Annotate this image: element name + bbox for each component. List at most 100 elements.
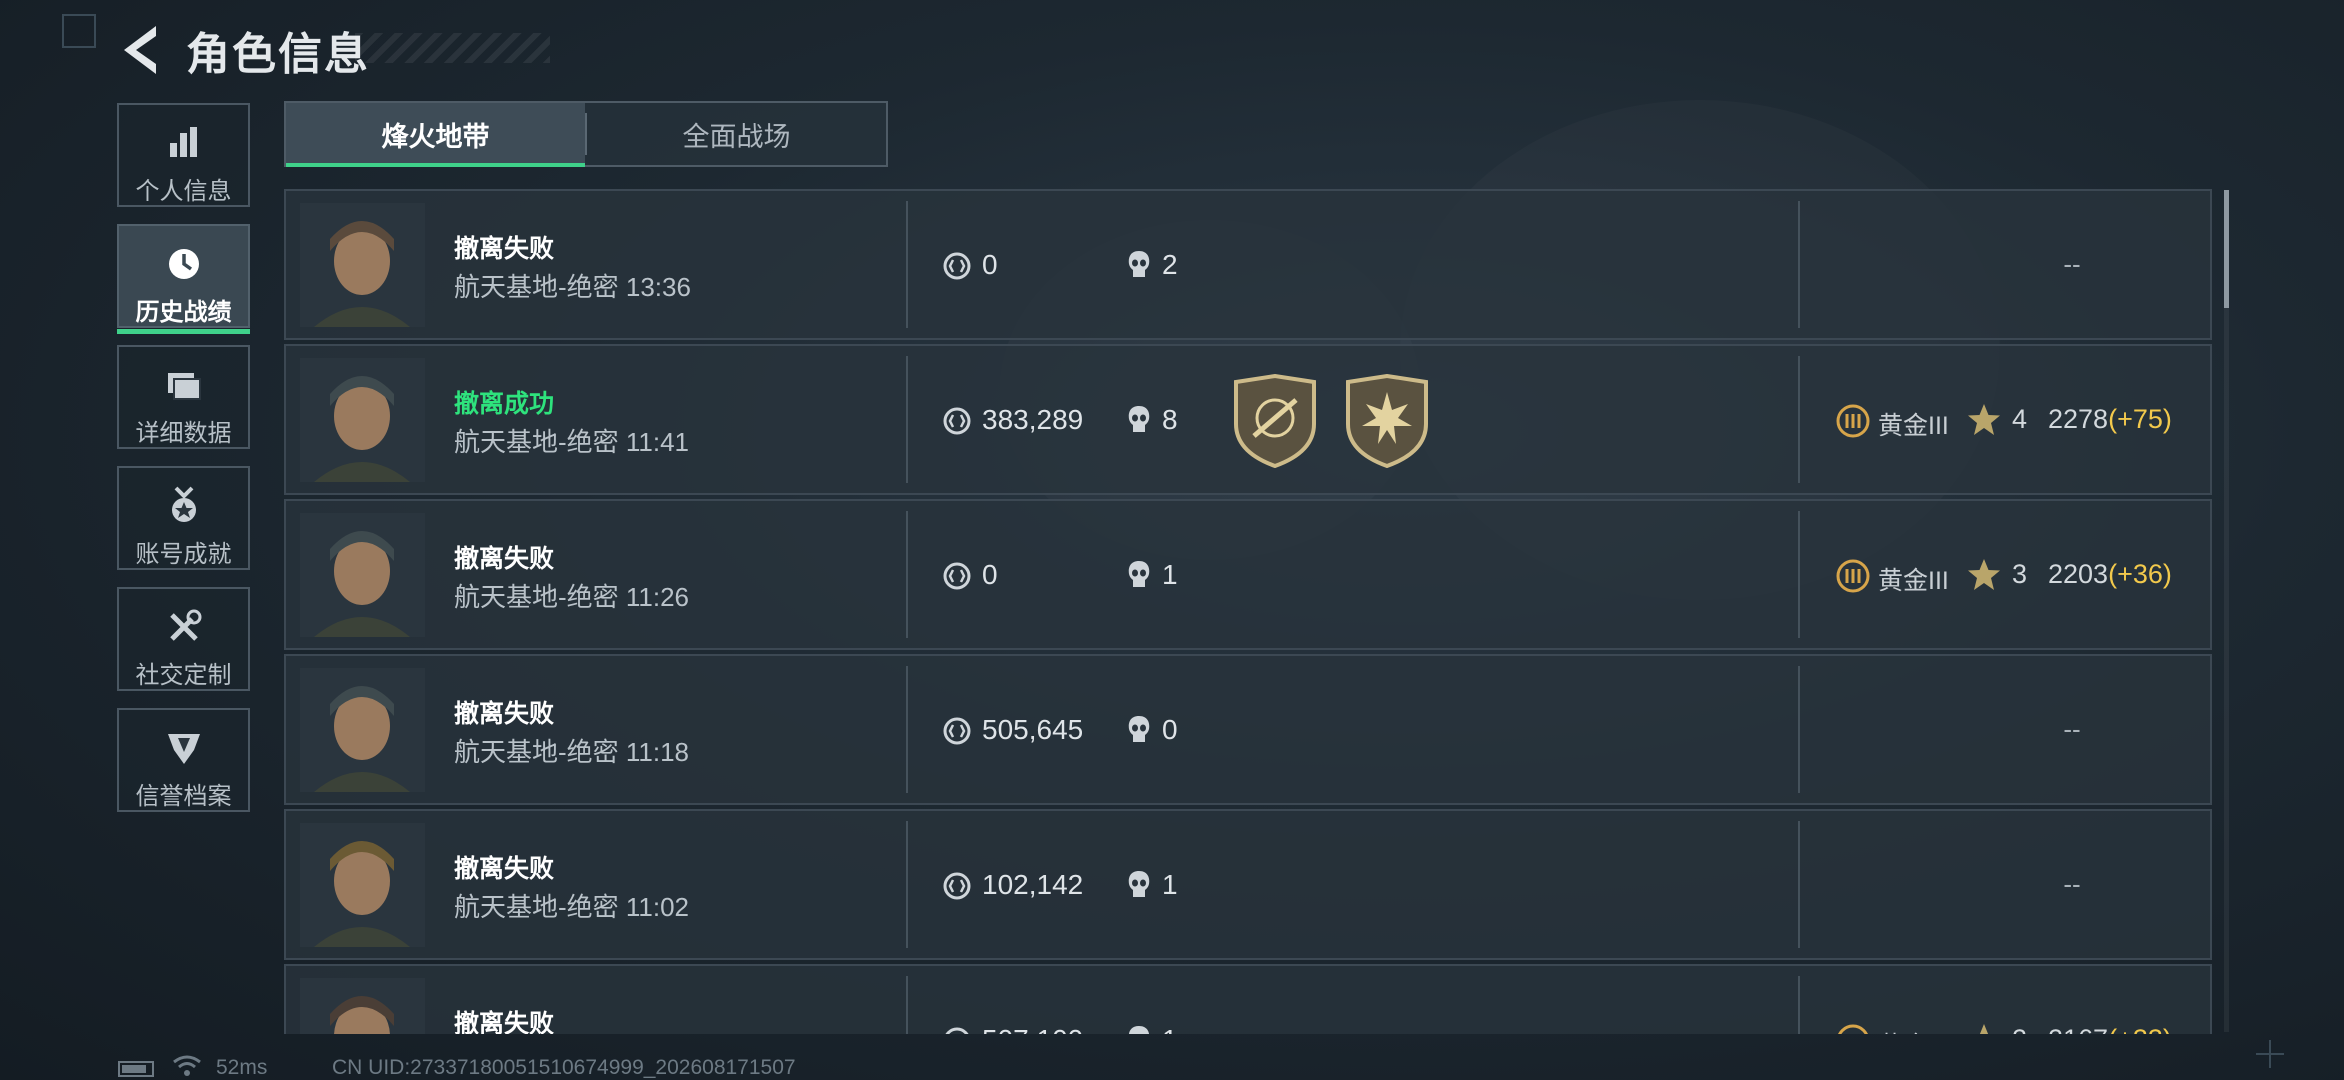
tools-icon: [169, 609, 201, 641]
folder-icon: [167, 373, 201, 400]
coin-value: 0: [982, 559, 998, 590]
skull-icon: [1128, 871, 1150, 897]
sidebar-item-label: 详细数据: [135, 420, 232, 447]
operator-avatar: [300, 203, 425, 327]
sidebar-item-detailed-data[interactable]: 详细数据: [117, 345, 250, 449]
sidebar-item-personal-info[interactable]: 个人信息: [117, 103, 250, 207]
score-delta: (+75): [2108, 404, 2172, 434]
skull-icon: [1128, 251, 1150, 277]
gold-rank-icon: [1836, 559, 1870, 593]
rank-score: 2278(+75): [2048, 404, 2172, 435]
coin-icon: [945, 1027, 969, 1034]
sidebar-item-label: 历史战绩: [135, 299, 232, 326]
tab-havoc-zone[interactable]: 烽火地带: [286, 103, 585, 167]
coin-icon: [943, 407, 971, 435]
crosshair-icon: [2256, 1040, 2284, 1068]
skull-icon: [1128, 561, 1150, 587]
scrollbar-track[interactable]: [2224, 190, 2229, 1032]
score-value: 2203: [2048, 559, 2109, 589]
shield-icon: [167, 734, 200, 764]
gold-rank-icon: [1836, 404, 1870, 438]
divider: [906, 666, 908, 793]
sidebar-item-reputation[interactable]: 信誉档案: [117, 708, 250, 812]
extraction-result: 撤离失败: [454, 855, 555, 883]
operator-avatar: [300, 978, 425, 1034]
sidebar-item-label: 信誉档案: [135, 783, 232, 810]
rank-placeholder: --: [2063, 714, 2081, 744]
map-and-time: 航天基地-绝密 11:02: [454, 892, 690, 922]
coin-value: 507,100: [982, 1024, 1083, 1034]
operator-avatar: [300, 668, 425, 792]
divider: [906, 356, 908, 483]
match-row[interactable]: 撤离成功 航天基地-绝密 11:41 383,289 8 黄金III 4 2278(+75): [284, 344, 2212, 495]
rank-score: 2203(+36): [2048, 559, 2172, 590]
star-icon: [1968, 559, 2000, 590]
rank-placeholder: --: [2063, 869, 2081, 899]
medal-icon: [171, 486, 196, 522]
skull-icon: [1128, 1026, 1150, 1034]
star-icon: [1968, 404, 2000, 435]
divider: [1798, 821, 1800, 948]
user-uid: CN UID:27337180051510674999_202608171507: [332, 1056, 796, 1079]
extraction-result: 撤离失败: [454, 700, 555, 728]
skull-icon: [1128, 716, 1150, 742]
match-row[interactable]: 撤离失败 航天基地-绝密 11:18 505,645 0 --: [284, 654, 2212, 805]
score-delta: (+36): [2108, 559, 2172, 589]
divider: [1798, 201, 1800, 328]
match-row[interactable]: 撤离失败 航天基地-绝密 11:26 0 1 黄金III 3 2203(+36): [284, 499, 2212, 650]
marksman-badge-icon: [1234, 374, 1316, 468]
kill-count: 1: [1162, 1024, 1178, 1034]
chevron-left-icon: [124, 26, 156, 74]
divider: [1798, 666, 1800, 793]
mode-tabs: 烽火地带 全面战场: [284, 101, 888, 167]
back-button[interactable]: [118, 22, 168, 78]
sidebar-item-label: 账号成就: [135, 541, 232, 568]
clock-icon: [168, 249, 199, 279]
coin-icon: [943, 562, 971, 590]
sidebar-item-label: 个人信息: [135, 178, 232, 205]
title-decoration: [355, 33, 550, 63]
match-row[interactable]: 撤离失败 航天基地-绝密 13:36 0 2 --: [284, 189, 2212, 340]
map-and-time: 航天基地-绝密 13:36: [454, 272, 691, 302]
sidebar: 个人信息 历史战绩 详细数据 账号成就 社交定制 信誉档案: [117, 103, 254, 829]
star-icon: [1979, 1024, 1989, 1034]
sidebar-item-achievements[interactable]: 账号成就: [117, 466, 250, 570]
rank-name: 黄金III: [1878, 1026, 1949, 1034]
operator-avatar: [300, 823, 425, 947]
divider: [906, 511, 908, 638]
match-row[interactable]: 撤离失败航天基地-绝密 11:02 102,142 1 --: [284, 809, 2212, 960]
coin-icon: [943, 717, 971, 745]
score-value: 2167: [2048, 1024, 2108, 1034]
scrollbar-thumb[interactable]: [2224, 190, 2229, 308]
wifi-icon: [173, 1055, 201, 1076]
star-count: 2: [2012, 1024, 2027, 1034]
ping-value: 52ms: [216, 1056, 268, 1079]
coin-value: 102,142: [982, 869, 1084, 900]
operator-avatar: [300, 513, 425, 637]
extraction-result: 撤离失败: [454, 545, 555, 573]
match-list[interactable]: 撤离失败 航天基地-绝密 13:36 0 2 -- 撤离成功 航天基地-绝密 11:41 38…: [284, 189, 2212, 1034]
map-and-time: 航天基地-绝密 11:41: [454, 427, 690, 457]
sidebar-item-social-custom[interactable]: 社交定制: [117, 587, 250, 691]
coin-value: 505,645: [982, 714, 1084, 745]
match-row[interactable]: 撤离失败 507,100 1 黄金III 2 2167(+33): [284, 964, 2212, 1034]
gold-rank-icon: [1838, 1024, 1868, 1034]
operator-avatar: [300, 358, 425, 482]
coin-icon: [943, 252, 971, 280]
coin-value: 383,289: [982, 404, 1084, 435]
extraction-result: 撤离失败: [454, 235, 555, 263]
map-and-time: 航天基地-绝密 11:26: [454, 582, 690, 612]
kill-count: 1: [1162, 559, 1178, 590]
rank-name: 黄金III: [1878, 412, 1949, 440]
skull-icon: [1128, 406, 1150, 432]
sidebar-item-match-history[interactable]: 历史战绩: [117, 224, 250, 334]
rank-placeholder: --: [2063, 249, 2081, 279]
battery-icon: [118, 1061, 154, 1077]
tab-full-battlefield[interactable]: 全面战场: [587, 103, 886, 165]
divider: [906, 976, 908, 1034]
star-count: 4: [2012, 404, 2028, 434]
kill-count: 1: [1162, 869, 1178, 900]
divider: [1798, 356, 1800, 483]
kill-count: 8: [1162, 404, 1178, 435]
map-and-time: 航天基地-绝密 11:18: [454, 737, 690, 767]
